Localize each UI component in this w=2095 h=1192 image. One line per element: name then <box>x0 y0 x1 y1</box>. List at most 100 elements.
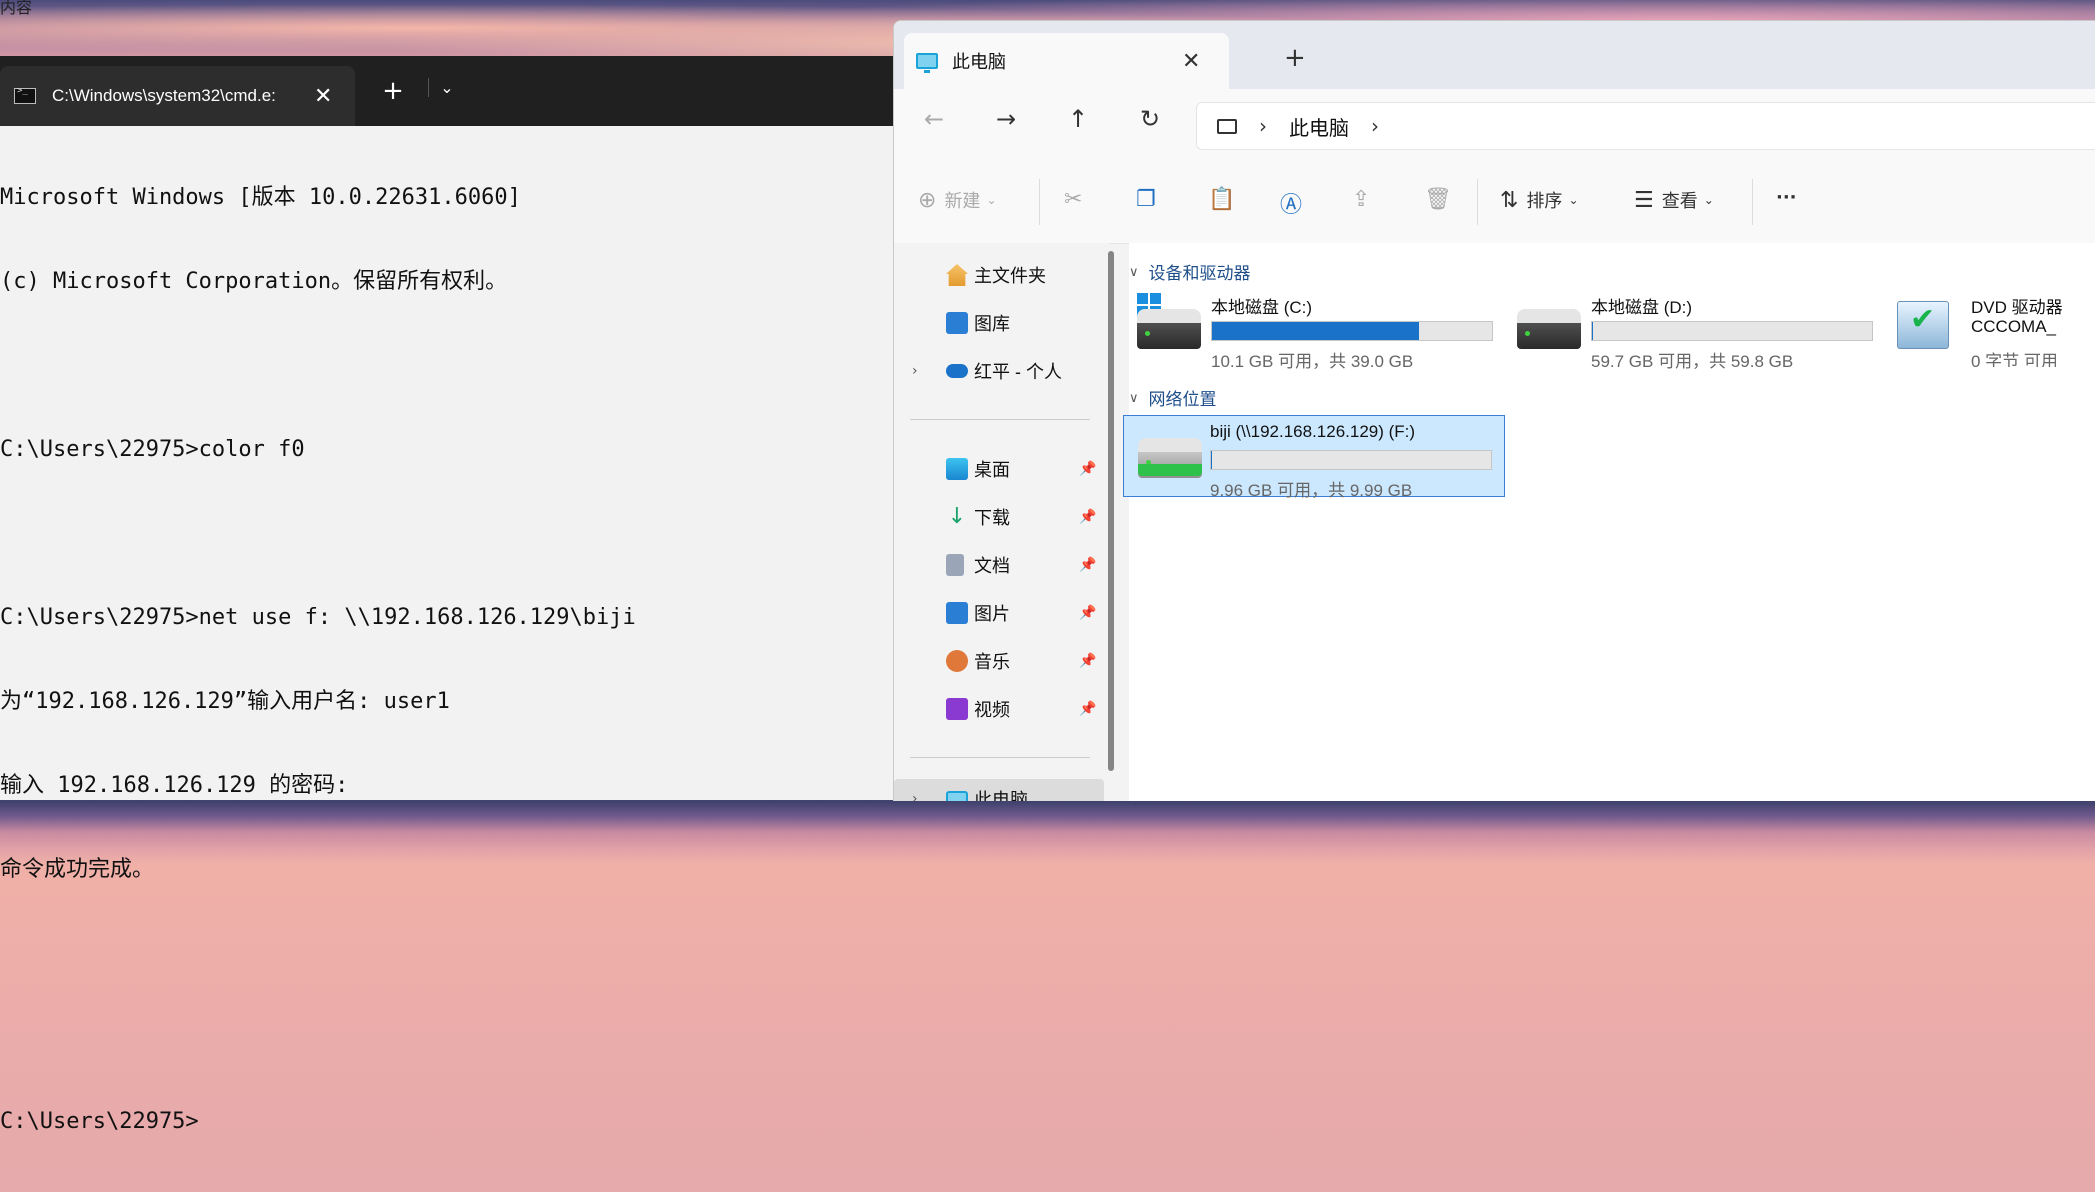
drive-name: biji (\\192.168.126.129) (F:) <box>1210 422 1416 441</box>
sidebar-item-downloads[interactable]: ↓ 下载 📌 <box>894 497 1104 537</box>
sidebar-item-videos[interactable]: 视频 📌 <box>894 689 1104 729</box>
drive-name: DVD 驱动器 <box>1971 298 2063 317</box>
breadcrumb-this-pc[interactable]: 此电脑 <box>1289 112 1349 141</box>
sidebar-item-home[interactable]: 主文件夹 <box>894 255 1104 295</box>
drive-d[interactable]: 本地磁盘 (D:) 59.7 GB 可用，共 59.8 GB <box>1509 287 1889 371</box>
more-options-button[interactable]: ··· <box>1776 187 1797 208</box>
address-bar-row: ← → ↑ ↻ › 此电脑 › <box>894 89 2095 159</box>
chevron-down-icon[interactable]: ⌄ <box>428 78 459 97</box>
cmd-icon <box>14 86 36 104</box>
chevron-down-icon: ⌄ <box>1568 193 1579 207</box>
trash-icon: 🗑 <box>1424 187 1452 212</box>
sort-button[interactable]: ⇅ 排序 ⌄ <box>1500 187 1579 213</box>
sidebar-item-gallery[interactable]: 图库 <box>894 303 1104 343</box>
terminal-prompt: C:\Users\22975> <box>0 1109 199 1134</box>
drive-space-info: 0 字节 可用 <box>1971 352 2058 367</box>
pin-icon[interactable]: 📌 <box>1079 557 1096 573</box>
sort-icon: ⇅ <box>1500 187 1519 213</box>
hard-drive-icon <box>1137 293 1201 349</box>
network-drive-f[interactable]: biji (\\192.168.126.129) (F:) 9.96 GB 可用… <box>1123 415 1505 500</box>
terminal-output[interactable]: Microsoft Windows [版本 10.0.22631.6060] (… <box>0 128 900 1134</box>
up-button[interactable]: ↑ <box>1060 105 1096 133</box>
drive-space-info: 9.96 GB 可用，共 9.99 GB <box>1210 481 1413 500</box>
pin-icon[interactable]: 📌 <box>1079 509 1096 525</box>
terminal-line: 为“192.168.126.129”输入用户名: user1 <box>0 689 450 714</box>
music-icon <box>946 650 968 672</box>
drive-dvd[interactable]: DVD 驱动器 CCCOMA_ 0 字节 可用 <box>1889 287 2095 367</box>
terminal-tab[interactable]: C:\Windows\system32\cmd.e: ✕ <box>0 66 355 126</box>
copy-button[interactable]: ❐ <box>1136 187 1156 212</box>
terminal-line: 输入 192.168.126.129 的密码: <box>0 773 349 798</box>
toolbar-divider <box>1477 179 1478 225</box>
share-button[interactable]: ⇪ <box>1352 187 1370 212</box>
plus-circle-icon: ⊕ <box>918 187 937 213</box>
refresh-button[interactable]: ↻ <box>1132 105 1168 133</box>
sidebar-item-onedrive[interactable]: › 红平 - 个人 <box>894 351 1104 391</box>
drive-usage-bar <box>1210 450 1492 470</box>
terminal-window: C:\Windows\system32\cmd.e: ✕ + ⌄ Microso… <box>0 56 900 1134</box>
desktop-icon <box>946 458 968 480</box>
section-header-devices[interactable]: ∨ 设备和驱动器 <box>1129 259 1251 284</box>
network-drive-icon <box>1138 430 1202 478</box>
drive-usage-fill <box>1212 322 1420 340</box>
cut-button[interactable]: ✂ <box>1064 187 1082 212</box>
close-icon[interactable]: ✕ <box>314 84 332 109</box>
dvd-drive-icon <box>1897 301 1961 349</box>
back-button[interactable]: ← <box>916 105 952 133</box>
address-input[interactable]: › 此电脑 › <box>1196 102 2095 150</box>
drive-name: 本地磁盘 (C:) <box>1211 298 1313 317</box>
chevron-down-icon: ⌄ <box>1703 193 1714 207</box>
home-icon <box>946 264 968 286</box>
scissors-icon: ✂ <box>1064 187 1083 212</box>
chevron-right-icon[interactable]: › <box>1371 114 1379 138</box>
sidebar-item-pictures[interactable]: 图片 📌 <box>894 593 1104 633</box>
terminal-line: 命令成功完成。 <box>0 857 155 882</box>
drive-space-info: 59.7 GB 可用，共 59.8 GB <box>1591 352 1794 371</box>
sidebar-item-documents[interactable]: 文档 📌 <box>894 545 1104 585</box>
chevron-down-icon: ∨ <box>1129 263 1139 279</box>
hard-drive-icon <box>1517 301 1581 349</box>
computer-icon <box>916 53 938 73</box>
view-button[interactable]: ☰ 查看 ⌄ <box>1634 187 1714 213</box>
drive-usage-bar <box>1211 321 1493 341</box>
chevron-right-icon[interactable]: › <box>1259 114 1267 138</box>
rename-icon: Ⓐ <box>1280 193 1303 218</box>
drive-space-info: 10.1 GB 可用，共 39.0 GB <box>1211 352 1414 371</box>
terminal-line: C:\Users\22975>net use f: \\192.168.126.… <box>0 605 636 630</box>
content-pane: ∨ 设备和驱动器 本地磁盘 (C:) 10.1 GB 可用，共 39.0 GB … <box>1123 243 2095 801</box>
explorer-tab-title: 此电脑 <box>952 52 1006 72</box>
drive-c[interactable]: 本地磁盘 (C:) 10.1 GB 可用，共 39.0 GB <box>1129 287 1509 371</box>
section-header-network[interactable]: ∨ 网络位置 <box>1129 385 1217 410</box>
pin-icon[interactable]: 📌 <box>1079 461 1096 477</box>
paste-button[interactable]: 📋 <box>1208 187 1235 212</box>
forward-button[interactable]: → <box>988 105 1024 133</box>
rename-button[interactable]: Ⓐ <box>1280 187 1302 219</box>
share-icon: ⇪ <box>1352 187 1371 212</box>
drive-name: 本地磁盘 (D:) <box>1591 298 1693 317</box>
sidebar-item-music[interactable]: 音乐 📌 <box>894 641 1104 681</box>
pin-icon[interactable]: 📌 <box>1079 605 1096 621</box>
pin-icon[interactable]: 📌 <box>1079 653 1096 669</box>
pin-icon[interactable]: 📌 <box>1079 701 1096 717</box>
view-list-icon: ☰ <box>1634 187 1654 213</box>
drive-usage-bar <box>1591 321 1873 341</box>
close-icon[interactable]: ✕ <box>1182 49 1200 74</box>
sidebar-item-desktop[interactable]: 桌面 📌 <box>894 449 1104 489</box>
sidebar-scrollbar[interactable] <box>1108 251 1114 771</box>
new-tab-button[interactable]: + <box>1284 43 1306 73</box>
pictures-icon <box>946 602 968 624</box>
chevron-right-icon[interactable]: › <box>912 363 918 379</box>
new-button[interactable]: ⊕ 新建 ⌄ <box>918 187 997 213</box>
explorer-tab[interactable]: 此电脑 ✕ <box>904 33 1229 89</box>
delete-button[interactable]: 🗑 <box>1424 187 1452 212</box>
terminal-line: Microsoft Windows [版本 10.0.22631.6060] <box>0 185 521 210</box>
desktop-corner-text: 内容 <box>0 0 33 17</box>
terminal-line: C:\Users\22975>color f0 <box>0 437 305 462</box>
new-tab-button[interactable]: + <box>378 76 408 106</box>
terminal-tab-title: C:\Windows\system32\cmd.e: <box>52 86 276 105</box>
sidebar-item-this-pc[interactable]: › 此电脑 <box>894 779 1104 801</box>
download-icon: ↓ <box>947 504 967 529</box>
toolbar-divider <box>1752 179 1753 225</box>
